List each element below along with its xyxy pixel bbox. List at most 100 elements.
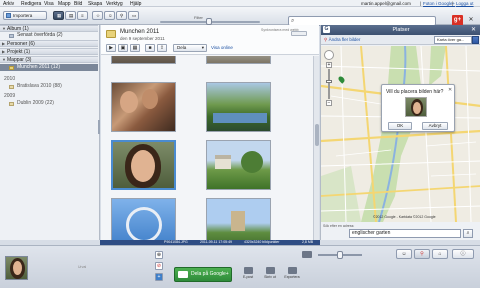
expand-triangle-icon: ▶: [2, 49, 6, 54]
star-filter-button[interactable]: ☆: [92, 11, 103, 20]
photo-thumbnail[interactable]: [206, 82, 271, 132]
share-google-plus-button[interactable]: Dela på Google+: [174, 267, 232, 282]
album-view: Munchen 2011 den 9 september 2011 Synkro…: [101, 25, 319, 240]
people-filter-button[interactable]: ☺: [104, 11, 115, 20]
pin-tray-icon[interactable]: ⊕: [155, 251, 163, 259]
export-button[interactable]: ⇪: [157, 44, 167, 52]
photo-thumbnail[interactable]: [111, 56, 176, 64]
video-filter-button[interactable]: ▭: [128, 11, 139, 20]
close-icon[interactable]: ✕: [448, 87, 452, 93]
year-heading: 2010: [4, 76, 16, 82]
sidebar-item-bratislava-2010[interactable]: Bratislava 2010 (88): [0, 83, 98, 90]
places-toolbar: ⚲ Ändra fler bilder Karta över ga...: [321, 35, 480, 45]
share-button[interactable]: Dela ▾: [173, 44, 207, 52]
sidebar-section-album[interactable]: ▼ Album (1): [0, 25, 98, 32]
map-type-select[interactable]: Karta över ga...: [434, 36, 472, 44]
sidebar-section-projects[interactable]: ▶ Projekt (1): [0, 48, 98, 55]
folder-icon: [9, 102, 14, 106]
zoom-out-button[interactable]: −: [326, 100, 332, 106]
list-icon: ▤: [69, 13, 74, 18]
map[interactable]: + − Vill du placera bilden här? ✕ OK Avb…: [321, 46, 480, 222]
back-link[interactable]: ⚲ Ändra fler bilder: [324, 37, 360, 43]
tray-photo-thumbnail[interactable]: [5, 256, 28, 280]
face-shape: [13, 261, 22, 275]
collage-button[interactable]: ▦: [130, 44, 140, 52]
scrollbar-thumb[interactable]: [315, 124, 319, 146]
close-icon[interactable]: ✕: [466, 16, 476, 25]
star-icon: ☆: [96, 13, 101, 18]
item-label: Senast överförda (2): [17, 32, 63, 38]
close-icon[interactable]: ✕: [471, 25, 476, 35]
collage-icon: ▦: [132, 45, 138, 51]
sidebar-section-folders[interactable]: ▼ Mappar (3): [0, 56, 98, 63]
photo-thumbnail[interactable]: [111, 82, 176, 132]
sidebar-item-recent-uploads[interactable]: Senast överförda (2): [0, 32, 98, 39]
image-icon: [302, 251, 312, 258]
map-type-dropdown-button[interactable]: [472, 36, 479, 44]
export-button[interactable]: Exportera: [280, 266, 304, 284]
map-canvas: [321, 46, 480, 222]
logout-link[interactable]: Logga ut: [456, 1, 474, 6]
photo-thumbnail[interactable]: [206, 140, 271, 190]
folder-icon: [9, 66, 14, 70]
filter-slider-handle[interactable]: [206, 18, 212, 25]
email-button[interactable]: E-post: [236, 266, 260, 284]
face-shape: [142, 89, 158, 109]
save-button[interactable]: ■: [145, 44, 155, 52]
chevron-down-icon: ▾: [201, 45, 204, 50]
thumbnail-size-handle[interactable]: [337, 251, 343, 259]
people-button[interactable]: ☺: [396, 249, 412, 259]
bottom-tray: Urval ⊕ ⊘ + Dela på Google+ E-post Skriv…: [0, 245, 480, 288]
pan-control[interactable]: [324, 50, 334, 60]
print-button[interactable]: Skriv ut: [258, 266, 282, 284]
photos-google-link[interactable]: Foton i Google+: [423, 1, 455, 6]
album-scrollbar[interactable]: [313, 56, 319, 240]
location-filter-button[interactable]: ⚲: [116, 11, 127, 20]
sidebar-item-dublin-2009[interactable]: Dublin 2009 (22): [0, 100, 98, 107]
google-button-label: Dela på Google+: [191, 271, 229, 277]
clear-tray-icon[interactable]: ⊘: [155, 262, 163, 270]
view-detail-button[interactable]: ≡: [77, 11, 88, 20]
photo-thumbnail[interactable]: [111, 198, 176, 240]
movie-button[interactable]: ▣: [118, 44, 128, 52]
view-list-button[interactable]: ▤: [65, 11, 76, 20]
photo-thumbnail[interactable]: [206, 198, 271, 240]
map-pin-icon: ⚲: [324, 37, 328, 42]
year-heading: 2009: [4, 93, 16, 99]
sidebar-resize-handle[interactable]: [98, 120, 100, 134]
film-icon: ▣: [120, 45, 126, 51]
pin-icon: ⚲: [420, 251, 424, 257]
map-zoom-control: + −: [324, 50, 334, 110]
places-button[interactable]: ⚲: [414, 249, 430, 259]
section-label: Projekt (1): [7, 49, 31, 55]
view-library-button[interactable]: ▦: [53, 11, 64, 20]
sidebar-item-munchen-2011[interactable]: Munchen 2011 (12): [0, 64, 98, 71]
menu-bar: Arkiv Redigera Visa Mapp Bild Skapa Verk…: [0, 0, 480, 7]
photo-thumbnail[interactable]: [206, 56, 271, 64]
photo-thumbnail-selected[interactable]: [111, 140, 176, 190]
view-online-link[interactable]: Visa online: [211, 45, 233, 50]
address-search-label: Sök efter en adress:: [323, 224, 355, 228]
tray-label: Urval: [78, 265, 87, 269]
import-button[interactable]: Importera: [3, 11, 47, 20]
zoom-slider-track[interactable]: [328, 69, 330, 99]
zoom-slider-handle[interactable]: [326, 80, 332, 83]
address-search-input[interactable]: englischer garten: [349, 229, 461, 238]
tower-shape: [231, 211, 245, 231]
ok-button[interactable]: OK: [388, 122, 412, 130]
collapse-triangle-icon: ▼: [2, 57, 6, 62]
tags-button[interactable]: ⌂: [432, 249, 448, 259]
play-slideshow-button[interactable]: ▶: [106, 44, 116, 52]
item-label: Bratislava 2010 (88): [17, 83, 62, 89]
zoom-in-button[interactable]: +: [326, 62, 332, 68]
add-to-album-icon[interactable]: +: [155, 273, 163, 281]
sync-toggle[interactable]: [291, 31, 307, 36]
sidebar-section-people[interactable]: ▶ Personer (6): [0, 40, 98, 47]
cancel-button[interactable]: Avbryt: [422, 122, 448, 130]
expand-triangle-icon: ▶: [2, 41, 6, 46]
address-search-button[interactable]: ⌕: [463, 229, 473, 238]
album-title: Munchen 2011: [120, 29, 160, 35]
info-button[interactable]: ⓘ: [452, 249, 474, 259]
place-photo-dialog: Vill du placera bilden här? ✕ OK Avbryt: [381, 84, 455, 132]
export-label: Exportera: [284, 275, 300, 279]
